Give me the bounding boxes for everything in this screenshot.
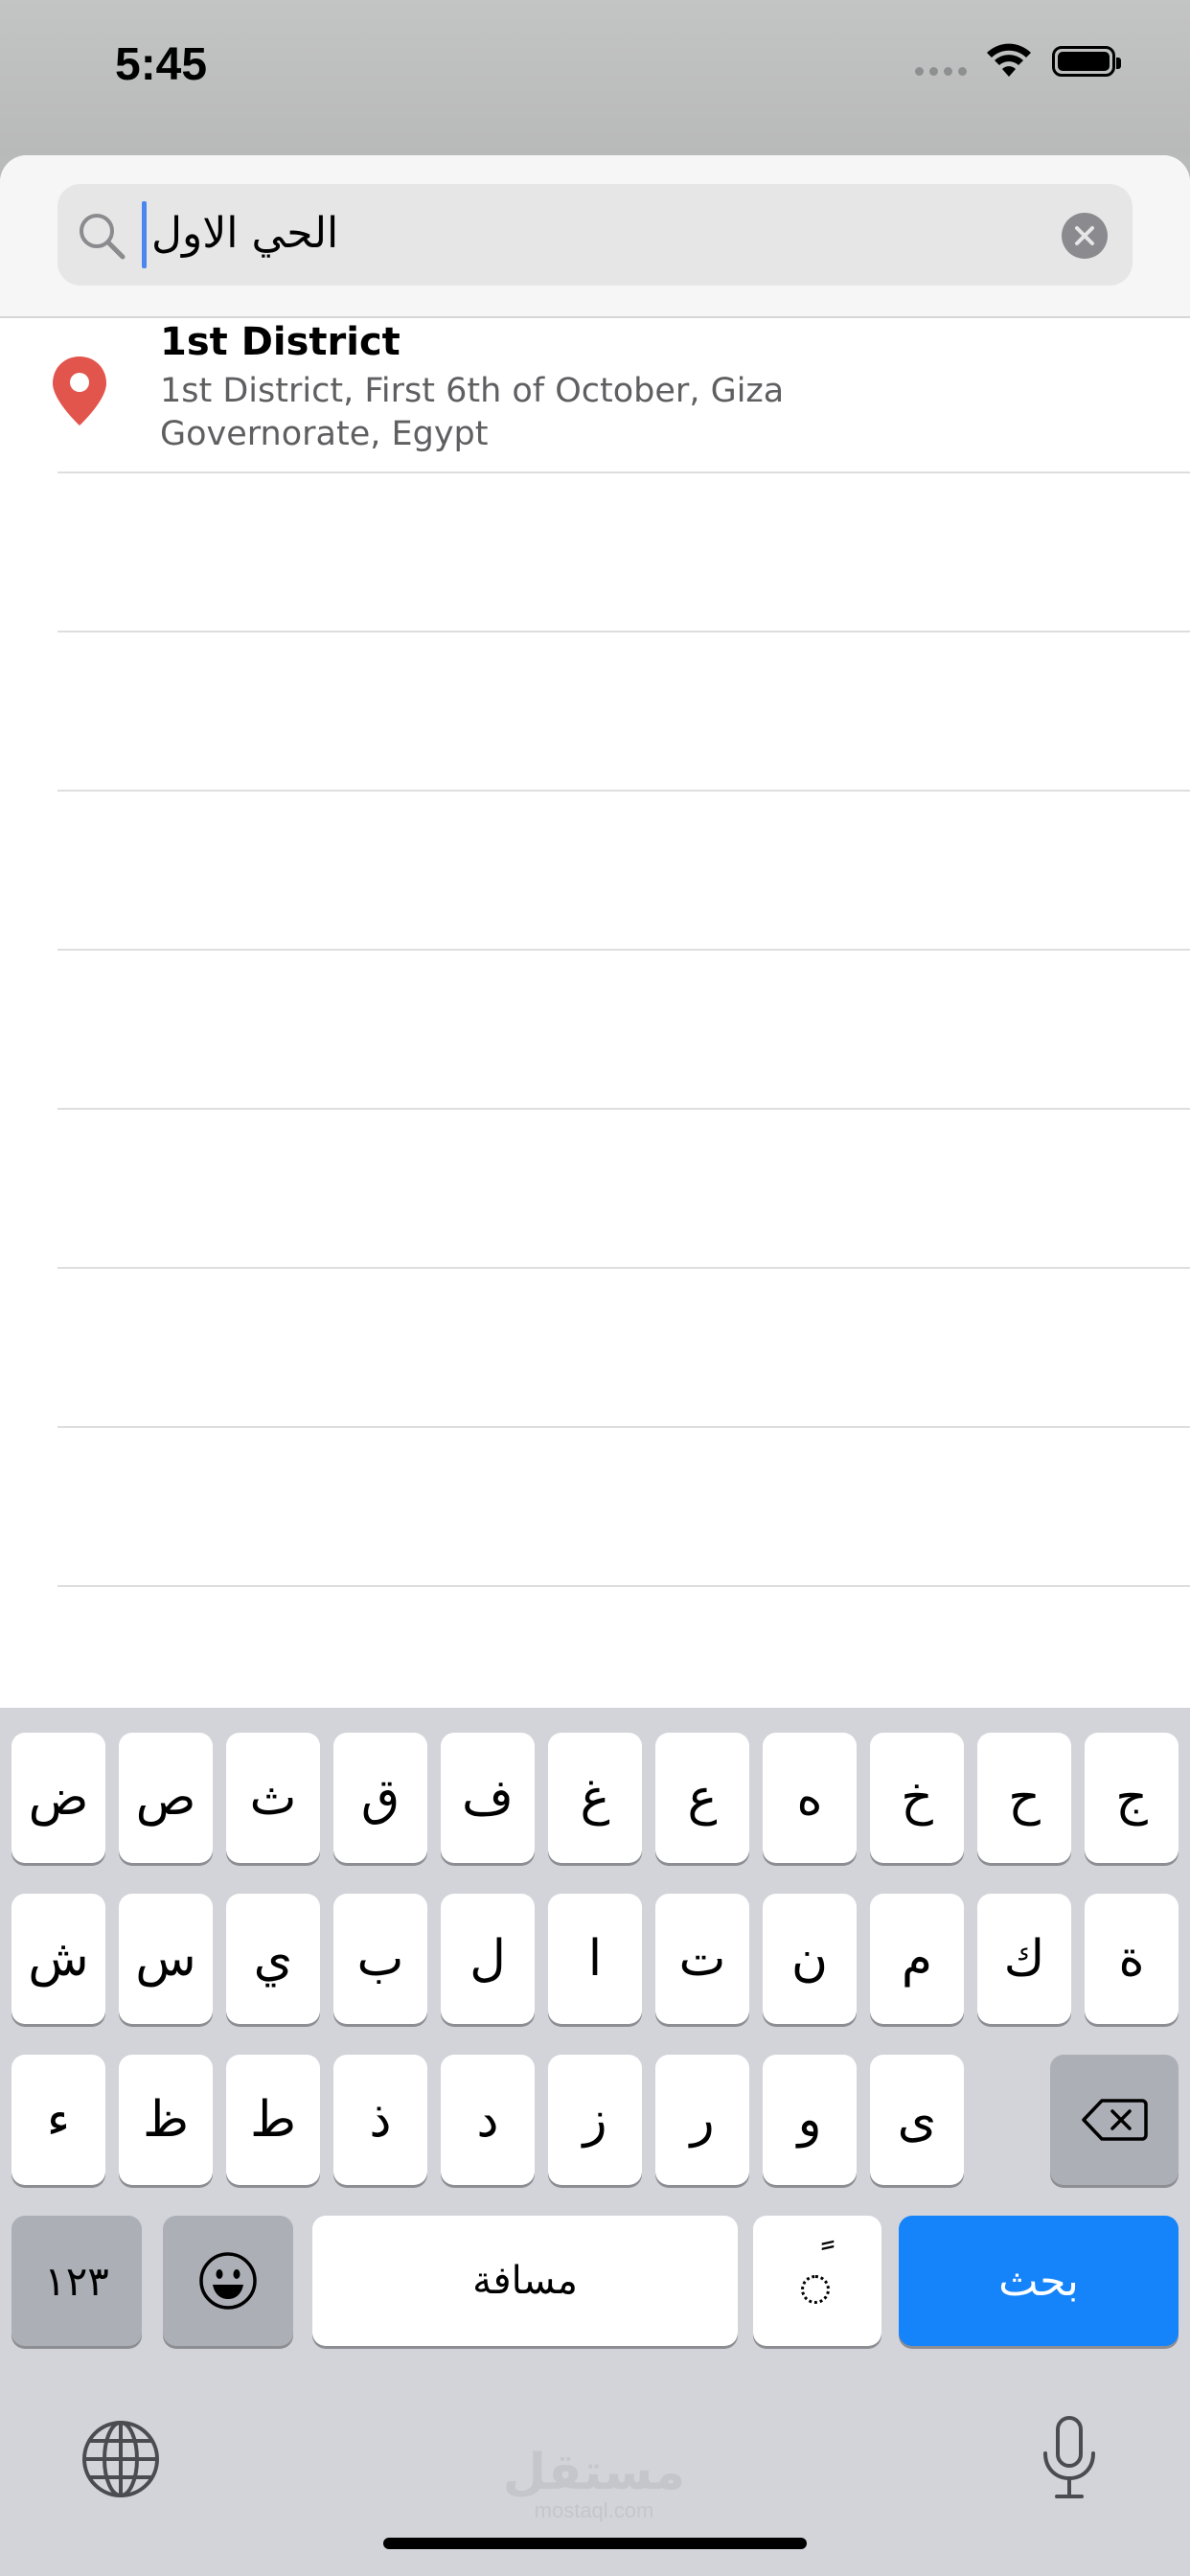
emoji-key[interactable]	[163, 2216, 293, 2346]
search-sheet: الحي الاول 1st District 1st District, Fi…	[0, 155, 1190, 1708]
battery-icon	[1052, 46, 1121, 77]
tanween-key[interactable]: ً	[753, 2216, 881, 2346]
search-key[interactable]: بحث	[899, 2216, 1179, 2346]
key[interactable]: ك	[977, 1894, 1071, 2024]
key[interactable]: ر	[655, 2055, 749, 2185]
tanween-glyph: ً	[793, 2252, 841, 2310]
key[interactable]: خ	[870, 1733, 964, 1863]
key[interactable]: ظ	[119, 2055, 213, 2185]
key[interactable]: ث	[226, 1733, 320, 1863]
row-divider	[57, 1267, 1190, 1269]
magnifier-icon	[80, 214, 126, 260]
map-pin-icon	[53, 356, 106, 426]
watermark-arabic: مستقل	[502, 2444, 686, 2501]
key[interactable]: ف	[441, 1733, 535, 1863]
numbers-key[interactable]: ١٢٣	[11, 2216, 142, 2346]
row-divider	[57, 949, 1190, 951]
key[interactable]: ى	[870, 2055, 964, 2185]
row-divider	[57, 472, 1190, 473]
key[interactable]: ز	[548, 2055, 642, 2185]
key[interactable]: ء	[11, 2055, 105, 2185]
key[interactable]: ش	[11, 1894, 105, 2024]
key[interactable]: ج	[1085, 1733, 1179, 1863]
search-bar-area: الحي الاول	[0, 155, 1190, 318]
emoji-icon	[199, 2252, 257, 2310]
key[interactable]: ص	[119, 1733, 213, 1863]
status-time: 5:45	[115, 39, 208, 90]
search-input[interactable]: الحي الاول	[57, 184, 1133, 286]
key[interactable]: د	[441, 2055, 535, 2185]
key[interactable]: م	[870, 1894, 964, 2024]
key[interactable]: ط	[226, 2055, 320, 2185]
key[interactable]: ه	[763, 1733, 857, 1863]
status-bar: 5:45	[0, 0, 1190, 155]
home-indicator[interactable]	[383, 2538, 807, 2549]
row-divider	[57, 1426, 1190, 1428]
row-divider	[57, 631, 1190, 632]
search-input-value: الحي الاول	[151, 209, 339, 258]
key[interactable]: ن	[763, 1894, 857, 2024]
text-cursor	[142, 201, 147, 268]
key[interactable]: ب	[333, 1894, 427, 2024]
clear-x-icon[interactable]	[1062, 213, 1108, 259]
key[interactable]: ح	[977, 1733, 1071, 1863]
cellular-signal-icon	[915, 67, 967, 76]
row-divider	[57, 1108, 1190, 1110]
row-divider	[57, 790, 1190, 792]
row-divider	[57, 1585, 1190, 1587]
globe-icon[interactable]	[80, 2419, 161, 2499]
key[interactable]: ض	[11, 1733, 105, 1863]
result-title: 1st District	[160, 320, 400, 364]
key[interactable]: ع	[655, 1733, 749, 1863]
key[interactable]: ي	[226, 1894, 320, 2024]
key[interactable]: س	[119, 1894, 213, 2024]
wifi-icon	[987, 43, 1031, 77]
microphone-icon[interactable]	[1040, 2415, 1099, 2501]
watermark-latin: mostaql.com	[534, 2498, 654, 2522]
delete-backspace-icon	[1082, 2099, 1148, 2141]
key[interactable]: ق	[333, 1733, 427, 1863]
watermark: مستقل mostaql.com	[498, 2446, 690, 2522]
space-key[interactable]: مسافة	[312, 2216, 738, 2346]
key[interactable]: ت	[655, 1894, 749, 2024]
delete-key[interactable]	[1050, 2055, 1179, 2185]
result-subtitle: 1st District, First 6th of October, Giza…	[160, 372, 785, 453]
key[interactable]: ذ	[333, 2055, 427, 2185]
key[interactable]: ة	[1085, 1894, 1179, 2024]
key[interactable]: ل	[441, 1894, 535, 2024]
key[interactable]: ا	[548, 1894, 642, 2024]
key[interactable]: و	[763, 2055, 857, 2185]
key[interactable]: غ	[548, 1733, 642, 1863]
